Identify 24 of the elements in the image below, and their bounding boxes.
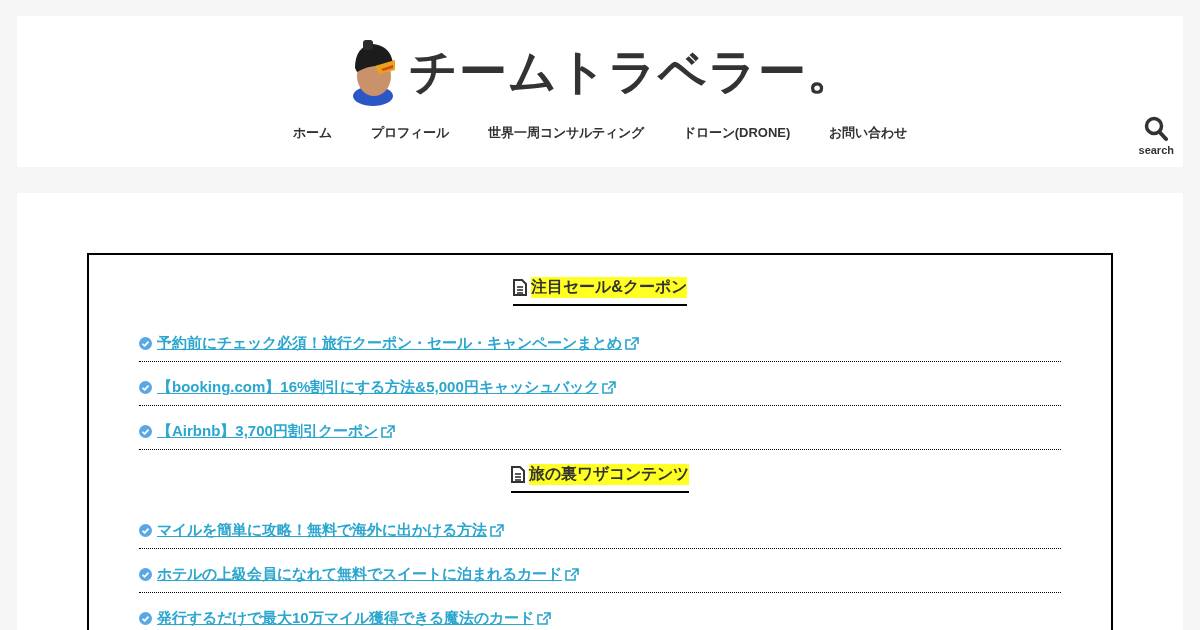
check-circle-icon [139,524,152,537]
external-link-icon [601,381,616,394]
search-icon [1144,116,1169,142]
nav-link[interactable]: お問い合わせ [829,124,908,142]
section-heading: 注目セール&クーポン [513,277,687,306]
nav-link[interactable]: プロフィール [370,124,449,142]
check-circle-icon [139,337,152,350]
check-circle-icon [139,612,152,625]
external-link-icon [536,612,551,625]
check-circle-icon [139,381,152,394]
external-link-icon [565,568,579,581]
external-link-icon [380,425,395,438]
external-link-icon [490,524,504,537]
nav-link[interactable]: ホーム [292,124,332,142]
nav-link[interactable]: ドローン(DRONE) [682,124,791,142]
document-icon [513,279,528,296]
check-circle-icon [139,425,152,438]
document-icon [511,466,525,483]
external-link-icon [625,337,639,350]
site-title[interactable]: チームトラベラー。 [408,40,856,104]
nav-link[interactable]: 世界一周コンサルティング [487,124,644,142]
section-heading: 旅の裏ワザコンテンツ [511,464,689,493]
check-circle-icon [139,568,152,581]
search-button[interactable]: search [1138,116,1174,156]
